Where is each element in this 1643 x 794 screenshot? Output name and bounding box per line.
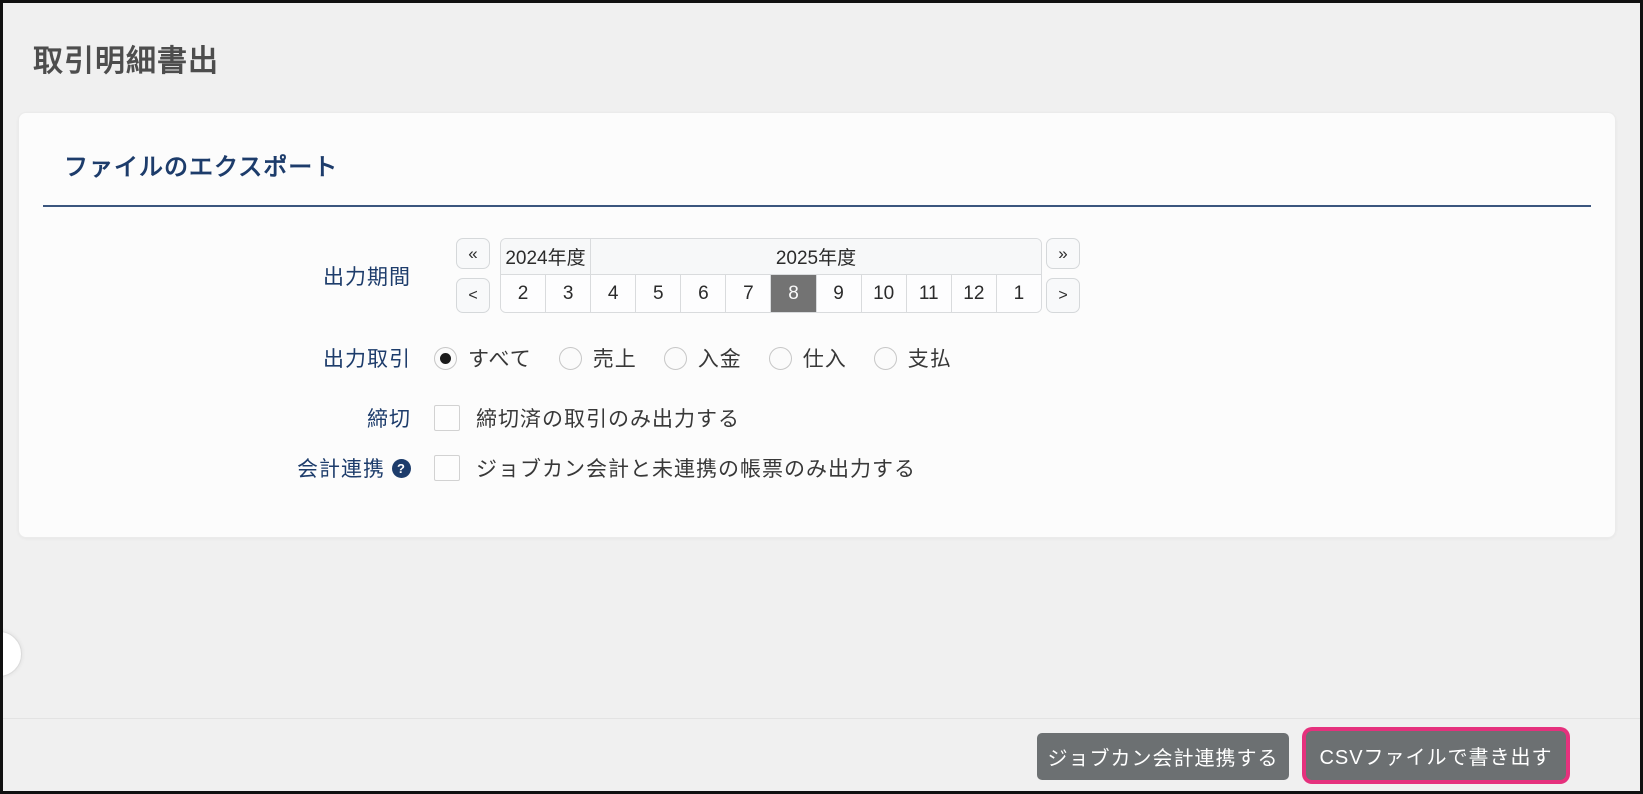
month-cell-6[interactable]: 6 (681, 275, 727, 312)
radio-deposit[interactable]: 入金 (663, 343, 742, 373)
radio-all[interactable]: すべて (434, 343, 532, 373)
month-cell-7[interactable]: 7 (726, 275, 772, 312)
month-cell-8-selected[interactable]: 8 (771, 275, 817, 312)
radio-purchase[interactable]: 仕入 (768, 343, 847, 373)
period-left-arrows: « < (456, 238, 490, 313)
period-right-arrows: » > (1046, 238, 1080, 313)
double-chevron-left-icon: « (468, 244, 478, 263)
radio-deposit-label: 入金 (697, 348, 742, 371)
radio-sales-label: 売上 (592, 348, 637, 371)
next-month-button[interactable]: > (1046, 278, 1080, 313)
transaction-radio-group: すべて 売上 入金 仕入 支払 (434, 343, 952, 373)
radio-payment-label: 支払 (907, 348, 952, 371)
page-title: 取引明細書出 (33, 45, 219, 78)
output-transaction-row: 出力取引 すべて 売上 入金 仕入 支払 (19, 344, 1615, 372)
footer-divider (0, 718, 1643, 719)
radio-unselected-icon (558, 346, 582, 370)
radio-all-label: すべて (468, 348, 532, 371)
month-cell-11[interactable]: 11 (906, 275, 952, 312)
output-period-label: 出力期間 (323, 265, 411, 289)
accounting-control: ジョブカン会計と未連携の帳票のみ出力する (434, 453, 916, 483)
month-cell-10[interactable]: 10 (861, 275, 907, 312)
fiscal-year-2025: 2025年度 (775, 248, 857, 269)
fiscal-year-2024: 2024年度 (501, 239, 591, 274)
prev-month-button[interactable]: < (456, 278, 490, 313)
card-heading: ファイルのエクスポート (64, 154, 339, 181)
output-period-row: 出力期間 « < 2024年度 2025年度 2 3 4 5 6 7 8 9 1… (19, 238, 1615, 313)
accounting-checkbox[interactable] (434, 455, 460, 481)
radio-unselected-icon (768, 346, 792, 370)
accounting-label: 会計連携 ? (19, 453, 411, 483)
chevron-left-icon: < (468, 286, 478, 304)
accounting-checkbox-label: ジョブカン会計と未連携の帳票のみ出力する (476, 458, 916, 481)
prev-year-button[interactable]: « (456, 238, 490, 269)
period-table: 2024年度 2025年度 2 3 4 5 6 7 8 9 10 11 12 1 (500, 238, 1042, 313)
csv-export-button[interactable]: CSVファイルで書き出す (1306, 731, 1566, 780)
month-cell-9[interactable]: 9 (816, 275, 862, 312)
radio-sales[interactable]: 売上 (558, 343, 637, 373)
accounting-label-text: 会計連携 (297, 458, 385, 481)
deadline-control: 締切済の取引のみ出力する (434, 403, 740, 433)
month-cell-2[interactable]: 2 (501, 275, 547, 312)
radio-unselected-icon (873, 346, 897, 370)
month-cell-1[interactable]: 1 (996, 275, 1041, 312)
export-card: ファイルのエクスポート 出力期間 « < 2024年度 2025年度 2 3 4… (18, 112, 1616, 538)
side-panel-handle[interactable] (0, 631, 22, 677)
accounting-row: 会計連携 ? ジョブカン会計と未連携の帳票のみ出力する (19, 454, 1615, 482)
deadline-checkbox-label: 締切済の取引のみ出力する (476, 408, 740, 431)
month-row: 2 3 4 5 6 7 8 9 10 11 12 1 (501, 275, 1041, 312)
period-picker: « < 2024年度 2025年度 2 3 4 5 6 7 8 9 10 11 … (456, 238, 1080, 313)
radio-purchase-label: 仕入 (802, 348, 847, 371)
month-cell-12[interactable]: 12 (951, 275, 997, 312)
month-cell-5[interactable]: 5 (636, 275, 682, 312)
radio-selected-icon (434, 346, 457, 370)
help-icon[interactable]: ? (392, 458, 411, 478)
radio-payment[interactable]: 支払 (873, 343, 952, 373)
deadline-checkbox[interactable] (434, 405, 460, 431)
double-chevron-right-icon: » (1058, 244, 1068, 263)
radio-unselected-icon (663, 346, 687, 370)
deadline-label: 締切 (367, 408, 411, 431)
deadline-row: 締切 締切済の取引のみ出力する (19, 404, 1615, 432)
output-transaction-label: 出力取引 (323, 348, 411, 371)
fiscal-year-row: 2024年度 2025年度 (501, 239, 1041, 275)
month-cell-3[interactable]: 3 (546, 275, 592, 312)
chevron-right-icon: > (1058, 286, 1068, 304)
jobcan-accounting-link-button[interactable]: ジョブカン会計連携する (1037, 733, 1289, 780)
next-year-button[interactable]: » (1046, 238, 1080, 269)
heading-divider (43, 205, 1591, 207)
month-cell-4[interactable]: 4 (591, 275, 637, 312)
